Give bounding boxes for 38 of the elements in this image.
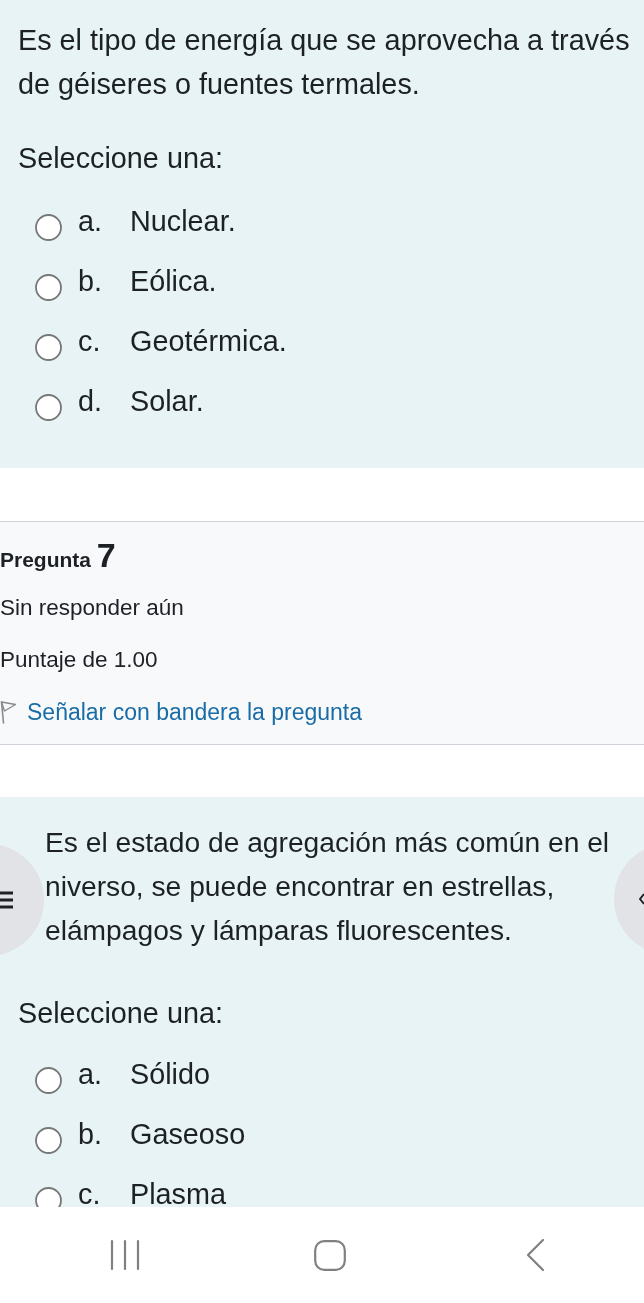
radio-button[interactable] xyxy=(35,273,62,301)
option-letter: b. xyxy=(78,1121,104,1147)
option-text: Nuclear. xyxy=(130,208,236,234)
option-letter: c. xyxy=(78,328,102,354)
radio-button[interactable] xyxy=(35,333,62,361)
home-button[interactable] xyxy=(313,1239,346,1271)
back-button[interactable] xyxy=(524,1238,545,1272)
option-text: Sólido xyxy=(130,1061,211,1087)
radio-button[interactable] xyxy=(35,1126,62,1154)
recent-apps-button[interactable] xyxy=(109,1239,140,1271)
radio-button[interactable] xyxy=(35,1186,62,1207)
option-text: Geotérmica. xyxy=(130,328,287,354)
question-title: Pregunta 7 xyxy=(0,536,116,576)
prompt-text: Seleccione una: xyxy=(18,141,223,176)
menu-icon xyxy=(0,891,14,909)
option-text: Eólica. xyxy=(130,268,217,294)
radio-button[interactable] xyxy=(35,1066,62,1094)
option-letter: a. xyxy=(78,208,104,234)
radio-button[interactable] xyxy=(35,213,62,241)
home-icon xyxy=(313,1239,346,1271)
recent-apps-icon xyxy=(109,1239,140,1271)
back-icon xyxy=(524,1238,545,1272)
option-letter: d. xyxy=(78,388,104,414)
flag-icon[interactable] xyxy=(0,700,17,724)
chevron-icon xyxy=(639,893,644,905)
radio-button[interactable] xyxy=(35,393,62,421)
option-text: Gaseoso xyxy=(130,1121,246,1147)
option-letter: b. xyxy=(78,268,104,294)
flag-question-link[interactable]: Señalar con bandera la pregunta xyxy=(27,697,363,727)
question-status: Sin responder aún xyxy=(0,594,184,622)
option-text: Plasma xyxy=(130,1181,227,1207)
prompt-text: Seleccione una: xyxy=(18,996,223,1031)
question-grade: Puntaje de 1.00 xyxy=(0,645,158,674)
option-letter: c. xyxy=(78,1181,102,1207)
question-text: Es el estado de agregación más común en el niverso, se puede encontrar en estrellas, elámpagos y lámparas fluorescentes. xyxy=(45,825,610,948)
option-letter: a. xyxy=(78,1061,104,1087)
option-text: Solar. xyxy=(130,388,204,414)
question-text: Es el tipo de energía que se aprovecha a través de géiseres o fuentes termales. xyxy=(18,23,630,102)
